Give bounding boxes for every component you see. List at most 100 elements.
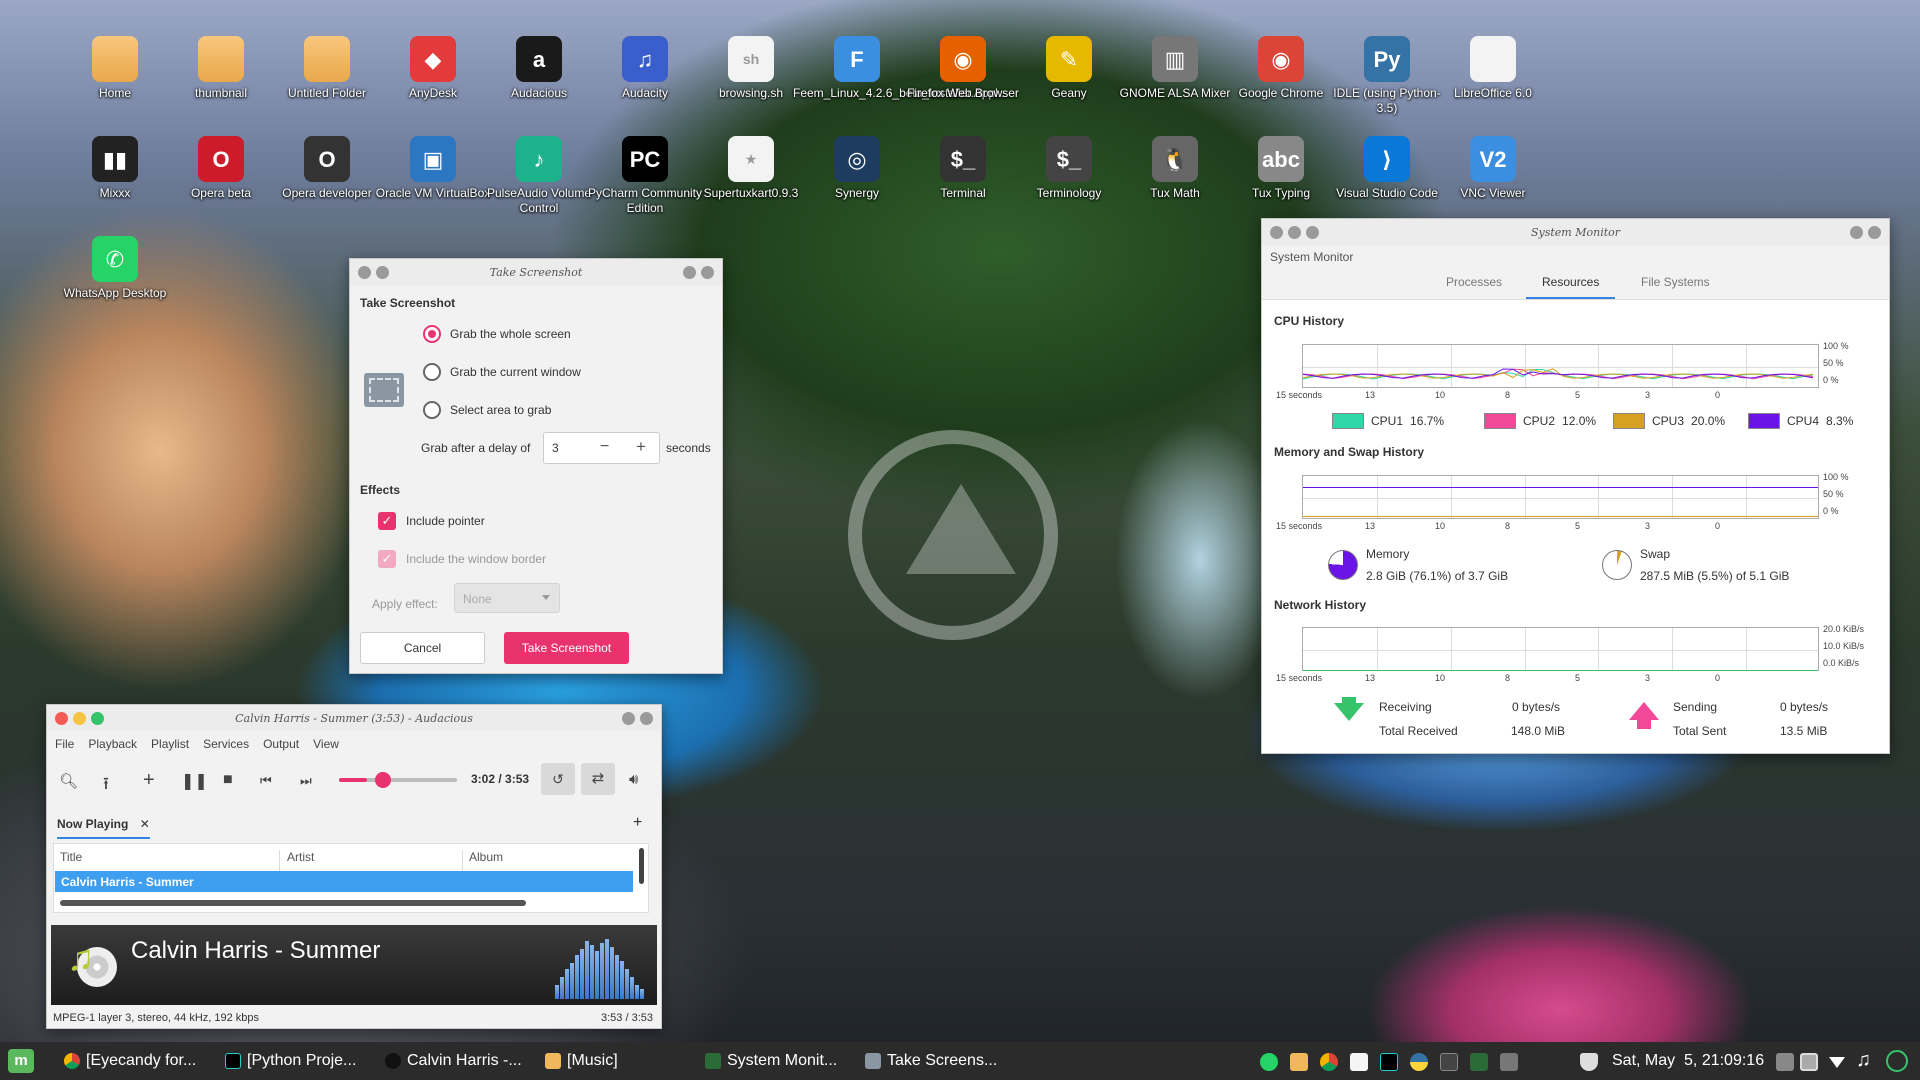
- delay-spinner[interactable]: 3 − +: [543, 432, 660, 464]
- visualizer-bar: [605, 939, 609, 999]
- power-icon[interactable]: [1886, 1050, 1908, 1072]
- terminal-tray-icon[interactable]: [1440, 1053, 1458, 1071]
- swap-label: Swap: [1640, 547, 1671, 561]
- window-titlebar[interactable]: System Monitor: [1262, 219, 1889, 245]
- tab-file-systems[interactable]: File Systems: [1641, 275, 1710, 297]
- task-take-screenshot[interactable]: Take Screens...: [865, 1052, 997, 1070]
- maximize-button[interactable]: [701, 266, 714, 279]
- delay-increment-button[interactable]: +: [636, 437, 646, 457]
- menu-item-file[interactable]: File: [55, 737, 74, 751]
- window-titlebar[interactable]: Calvin Harris - Summer (3:53) - Audaciou…: [47, 705, 661, 731]
- legend-swatch[interactable]: [1613, 413, 1645, 429]
- document-tray-icon[interactable]: [1350, 1053, 1368, 1071]
- include-pointer-checkbox[interactable]: ✓: [378, 512, 396, 530]
- menu-item-playlist[interactable]: Playlist: [151, 737, 189, 751]
- task-music-folder[interactable]: [Music]: [545, 1052, 618, 1070]
- option-select-area[interactable]: Select area to grab: [423, 401, 551, 419]
- chrome-tray-icon[interactable]: [1320, 1053, 1338, 1071]
- system-monitor-tray-icon[interactable]: [1470, 1053, 1488, 1071]
- option-whole-screen[interactable]: Grab the whole screen: [423, 325, 571, 343]
- add-playlist-button[interactable]: +: [633, 814, 642, 832]
- receiving-arrow-stem: [1342, 697, 1356, 707]
- restore-button[interactable]: [683, 266, 696, 279]
- previous-track-icon[interactable]: ⏮: [260, 773, 272, 789]
- shield-icon[interactable]: [1580, 1053, 1598, 1071]
- close-button[interactable]: [1270, 226, 1283, 239]
- whatsapp-tray-icon[interactable]: [1260, 1053, 1278, 1071]
- restore-button[interactable]: [622, 712, 635, 725]
- shuffle-button[interactable]: ⇄: [581, 763, 615, 795]
- playlist-tab[interactable]: Now Playing ✕: [57, 817, 150, 839]
- tab-resources[interactable]: Resources: [1526, 275, 1616, 299]
- legend-swatch[interactable]: [1748, 413, 1780, 429]
- desktop-icon[interactable]: V2 VNC Viewer: [1429, 136, 1557, 201]
- wifi-icon[interactable]: [1829, 1057, 1845, 1068]
- close-button[interactable]: [55, 712, 68, 725]
- column-title[interactable]: Title: [60, 850, 280, 872]
- script-file-icon: sh: [728, 36, 774, 82]
- task-system-monitor[interactable]: System Monit...: [705, 1052, 837, 1070]
- take-screenshot-button[interactable]: Take Screenshot: [504, 632, 629, 664]
- delay-decrement-button[interactable]: −: [600, 438, 609, 456]
- seek-slider[interactable]: [339, 772, 457, 788]
- column-artist[interactable]: Artist: [287, 850, 463, 872]
- clock[interactable]: Sat, May 5, 21:09:16: [1612, 1052, 1764, 1070]
- next-track-icon[interactable]: ⏭: [300, 773, 312, 789]
- menu-button[interactable]: m: [8, 1049, 34, 1073]
- radio-select-area[interactable]: [423, 401, 441, 419]
- open-files-icon[interactable]: ⭱: [103, 771, 109, 800]
- horizontal-scrollbar[interactable]: [60, 900, 526, 906]
- restore-button[interactable]: [1850, 226, 1863, 239]
- minimize-button[interactable]: [73, 712, 86, 725]
- repeat-button[interactable]: ↺: [541, 763, 575, 795]
- vertical-scrollbar[interactable]: [639, 848, 644, 884]
- pycharm-tray-icon[interactable]: [1380, 1053, 1398, 1071]
- include-pointer-row[interactable]: ✓ Include pointer: [378, 512, 485, 530]
- receiving-value: 0 bytes/s: [1512, 700, 1561, 714]
- stop-icon[interactable]: ■: [223, 771, 233, 789]
- radio-current-window[interactable]: [423, 363, 441, 381]
- option-current-window[interactable]: Grab the current window: [423, 363, 581, 381]
- seek-handle[interactable]: [374, 772, 391, 788]
- mixer-tray-icon[interactable]: [1500, 1053, 1518, 1071]
- python-tray-icon[interactable]: [1410, 1053, 1428, 1071]
- desktop-icon[interactable]: ✆ WhatsApp Desktop: [51, 236, 179, 301]
- search-icon[interactable]: 🔍︎: [59, 772, 78, 790]
- files-tray-icon[interactable]: [1290, 1053, 1308, 1071]
- cpu-value: 20.0%: [1691, 414, 1726, 428]
- menu-item-view[interactable]: View: [313, 737, 339, 751]
- keyboard-tray-icon[interactable]: [1800, 1053, 1818, 1071]
- notes-tray-icon[interactable]: [1776, 1053, 1794, 1071]
- tab-processes[interactable]: Processes: [1446, 275, 1502, 297]
- memory-line: [1303, 486, 1818, 488]
- pycharm-icon: [225, 1053, 241, 1069]
- menu-item-playback[interactable]: Playback: [88, 737, 137, 751]
- shade-button[interactable]: [1868, 226, 1881, 239]
- maximize-button[interactable]: [1306, 226, 1319, 239]
- shade-button[interactable]: [640, 712, 653, 725]
- column-album[interactable]: Album: [469, 850, 503, 864]
- close-tab-icon[interactable]: ✕: [140, 817, 150, 831]
- task-audacious[interactable]: Calvin Harris -...: [385, 1052, 522, 1070]
- desktop-icon[interactable]: LibreOffice 6.0: [1429, 36, 1557, 101]
- legend-swatch[interactable]: [1484, 413, 1516, 429]
- maximize-button[interactable]: [91, 712, 104, 725]
- delay-value[interactable]: 3: [552, 441, 559, 455]
- table-row[interactable]: Calvin Harris - Summer: [55, 871, 633, 892]
- music-tray-icon[interactable]: ♫: [1856, 1049, 1871, 1072]
- minimize-button[interactable]: [376, 266, 389, 279]
- legend-swatch[interactable]: [1332, 413, 1364, 429]
- minimize-button[interactable]: [1288, 226, 1301, 239]
- cancel-button[interactable]: Cancel: [360, 632, 485, 664]
- volume-icon[interactable]: 🔊︎: [629, 771, 638, 788]
- task-pycharm[interactable]: [Python Proje...: [225, 1052, 356, 1070]
- close-button[interactable]: [358, 266, 371, 279]
- tux-math-icon: 🐧: [1152, 136, 1198, 182]
- pause-icon[interactable]: ❚❚: [181, 771, 208, 791]
- add-files-icon[interactable]: +: [143, 769, 155, 792]
- task-chrome[interactable]: [Eyecandy for...: [64, 1052, 196, 1070]
- window-titlebar[interactable]: Take Screenshot: [350, 259, 722, 285]
- menu-item-services[interactable]: Services: [203, 737, 249, 751]
- radio-whole-screen[interactable]: [423, 325, 441, 343]
- menu-item-output[interactable]: Output: [263, 737, 299, 751]
